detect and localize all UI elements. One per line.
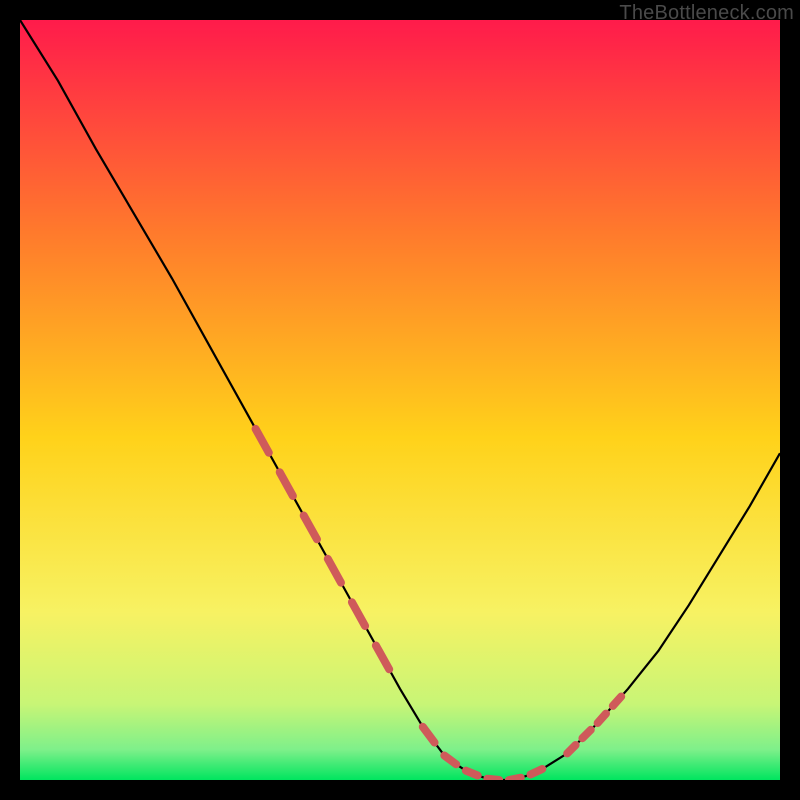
gradient-background bbox=[20, 20, 780, 780]
chart-plot-area bbox=[20, 20, 780, 780]
dash-segment bbox=[487, 779, 499, 780]
dash-segment bbox=[509, 778, 521, 780]
chart-frame: TheBottleneck.com bbox=[0, 0, 800, 800]
chart-svg bbox=[20, 20, 780, 780]
dash-segment bbox=[466, 771, 478, 776]
dash-segment bbox=[531, 769, 543, 775]
